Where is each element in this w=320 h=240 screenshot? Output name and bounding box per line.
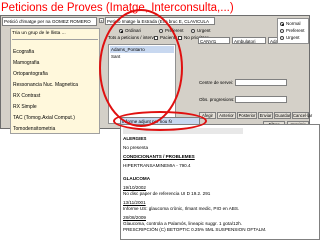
report-line: No presenta — [123, 145, 149, 150]
category-item[interactable]: RX Contrast — [13, 92, 40, 100]
radio-preferent[interactable] — [159, 29, 163, 33]
close-patient-icon[interactable]: x — [99, 18, 104, 23]
category-item[interactable]: Ecografia — [13, 48, 34, 56]
priority-normal-radio[interactable] — [280, 22, 284, 26]
report-line: CONDICIONANTS / PROBLEMES — [123, 154, 195, 159]
add-button[interactable]: Afegir — [199, 112, 216, 119]
radio-ordinari-label: Ordinari — [125, 28, 142, 33]
report-line: ALERGIES — [123, 136, 147, 141]
cancel-button[interactable]: Cancel·lar — [292, 112, 312, 119]
selected-tests-list[interactable]: Adams_Pontarro Sant — [108, 44, 176, 124]
radio-urgent[interactable] — [191, 29, 195, 33]
service-type-field[interactable]: Ambulatori — [232, 37, 266, 44]
request-select[interactable]: Petició Imatge la Estrada (Eco bruc E, C… — [105, 17, 215, 25]
report-toolbar — [123, 128, 243, 134]
patient-bar: Petició d'imatge per na GOMEZ ROMERO — [2, 17, 97, 26]
priority-urgent-radio[interactable] — [280, 36, 284, 40]
radio-urgent-label: Urgent — [197, 28, 211, 33]
report-line: No disc paper de referencia UI D 19.2. 2… — [123, 191, 211, 196]
check-prioritzar[interactable] — [178, 36, 182, 40]
check-all-label: Tots a peticions / intervencions — [108, 35, 158, 40]
radio-ordinari[interactable] — [119, 29, 123, 33]
category-header: Tria un grup de le llista ... — [12, 31, 66, 36]
category-item[interactable]: Tomodensitometria — [13, 125, 55, 133]
next-button[interactable]: Posterior — [237, 112, 257, 119]
previous-button[interactable]: Anterior — [217, 112, 236, 119]
save-button[interactable]: Guardar — [274, 112, 291, 119]
slide-title: Peticions de Proves (Imatge, Interconsul… — [1, 2, 234, 14]
check-pacients[interactable] — [154, 36, 158, 40]
report-line: GLAUCOMA — [123, 176, 151, 181]
selected-test-item[interactable]: Sant — [110, 53, 174, 60]
priority-preferent-radio[interactable] — [280, 29, 284, 33]
obs-field[interactable] — [235, 96, 287, 103]
send-button[interactable]: Enviar — [258, 112, 273, 119]
report-line: Informe US: glaucoma crònic, Ilmant medi… — [123, 206, 240, 211]
selected-test-item[interactable]: Adams_Pontarro — [110, 46, 174, 53]
priority-preferent-label: Preferent — [286, 28, 305, 33]
priority-normal-label: Normal — [286, 21, 301, 26]
category-item[interactable]: Ortopantografia — [13, 70, 48, 78]
radio-preferent-label: Preferent — [165, 28, 184, 33]
report-line: PRESCRIPCIÓN (C) BETOPTIC 0.25% 5ML SUSP… — [123, 227, 267, 232]
category-item[interactable]: Mamografia — [13, 59, 39, 67]
category-item[interactable]: RX Simple — [13, 103, 37, 111]
check-pacients-label: Pacients — [160, 35, 178, 40]
priority-urgent-label: Urgent — [286, 35, 300, 40]
category-divider — [12, 39, 98, 40]
obs-label: Obs. progresions: — [199, 97, 235, 102]
category-item[interactable]: TAC (Tomog.Axial Comput.) — [13, 114, 75, 122]
priority-group: Normal Preferent Urgent — [277, 18, 309, 44]
service-label: Centre de servei: — [199, 80, 234, 85]
center-code-field[interactable]: CANVI1 — [198, 37, 230, 44]
report-line: HIPERTRANSAMINEMIA - 790.4 — [123, 163, 191, 168]
category-item[interactable]: Ressonancia Nuc. Magnetica — [13, 81, 78, 89]
service-select[interactable] — [235, 79, 287, 86]
